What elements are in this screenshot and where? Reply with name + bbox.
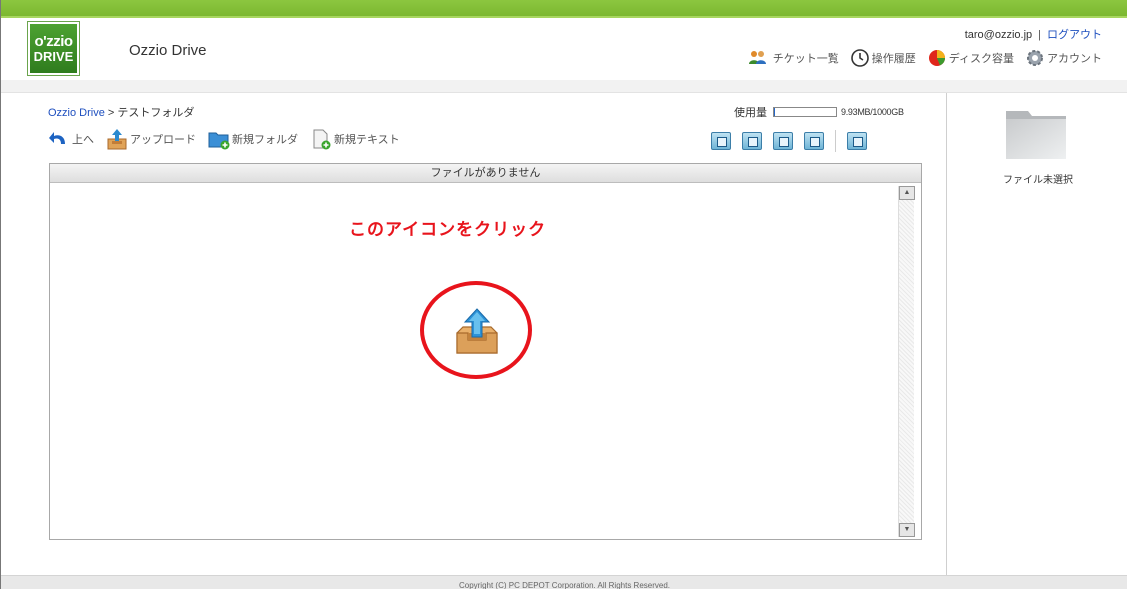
preview-pane: ファイル未選択 [948,93,1127,575]
scrollbar[interactable]: ▲ ▼ [898,186,915,537]
pie-chart-icon [928,50,945,66]
nav-account-label: アカウント [1047,53,1102,65]
breadcrumb-current: テストフォルダ [117,107,195,119]
toolbar: 上へ アップロード 新規フォルダ 新規テキスト [48,128,412,150]
logo[interactable]: o'zzio DRIVE [28,22,79,75]
no-file-selected-label: ファイル未選択 [1003,175,1073,186]
user-line: taro@ozzio.jp | ログアウト [965,26,1102,42]
nav-disk[interactable]: ディスク容量 [928,49,1014,67]
app-window: o'zzio DRIVE Ozzio Drive taro@ozzio.jp | ロ… [0,0,1127,589]
new-text-button[interactable]: 新規テキスト [310,128,400,150]
upload-button-label: アップロード [130,134,196,146]
nav-history[interactable]: 操作履歴 [850,49,916,67]
new-text-icon [313,129,331,150]
user-email: taro@ozzio.jp [964,29,1033,41]
logo-line-1: o'zzio [34,33,73,50]
header-divider [1,80,1127,93]
main-pane: Ozzio Drive > テストフォルダ 使用量 9.93MB/1000GB … [1,93,947,575]
logo-line-2: DRIVE [33,49,74,64]
image-view-icon[interactable] [742,132,762,150]
new-folder-button-label: 新規フォルダ [232,134,298,146]
usage-bar [773,107,837,117]
file-list-header: ファイルがありません [50,164,921,183]
scroll-up-button[interactable]: ▲ [899,186,915,200]
trash-view-icon[interactable] [847,132,867,150]
music-view-icon[interactable] [773,132,793,150]
usage-indicator: 使用量 9.93MB/1000GB [734,104,904,120]
annotation-text: このアイコンをクリック [349,220,547,239]
new-folder-icon [208,132,230,150]
people-icon [748,51,766,64]
usage-text: 9.93MB/1000GB [841,107,904,117]
top-accent-bar [1,0,1127,18]
file-list-panel: ファイルがありません ▲ ▼ このアイコンをクリック [49,163,922,540]
nav-history-label: 操作履歴 [871,53,916,65]
usage-label: 使用量 [734,107,767,119]
breadcrumb: Ozzio Drive > テストフォルダ [48,104,194,120]
header: o'zzio DRIVE Ozzio Drive taro@ozzio.jp | ロ… [1,18,1127,80]
scroll-down-button[interactable]: ▼ [899,523,915,537]
nav-account[interactable]: アカウント [1026,49,1102,67]
footer: Copyright (C) PC DEPOT Corporation. All … [1,575,1127,589]
usage-bar-fill [774,108,776,116]
app-title: Ozzio Drive [129,42,207,59]
gear-icon [1027,50,1043,66]
new-text-button-label: 新規テキスト [334,134,400,146]
logout-link[interactable]: ログアウト [1047,29,1102,41]
up-arrow-icon [49,132,65,144]
new-folder-button[interactable]: 新規フォルダ [208,128,298,150]
up-button[interactable]: 上へ [48,128,94,150]
upload-icon [107,129,127,150]
nav-disk-label: ディスク容量 [948,53,1014,65]
breadcrumb-root[interactable]: Ozzio Drive [48,107,105,119]
breadcrumb-separator: > [107,107,115,119]
nav-tickets[interactable]: チケット一覧 [744,49,839,67]
upload-tray-icon[interactable] [454,307,500,357]
top-nav: チケット一覧 操作履歴 ディスク容量 アカウント [732,49,1102,67]
user-separator: | [1038,29,1041,41]
document-view-icon[interactable] [711,132,731,150]
view-icons-divider [835,130,836,152]
nav-tickets-label: チケット一覧 [772,53,839,65]
up-button-label: 上へ [72,134,94,146]
upload-button[interactable]: アップロード [106,128,196,150]
view-filter-icons [711,130,867,152]
clock-icon [850,49,869,67]
video-view-icon[interactable] [804,132,824,150]
folder-icon [1006,111,1066,159]
